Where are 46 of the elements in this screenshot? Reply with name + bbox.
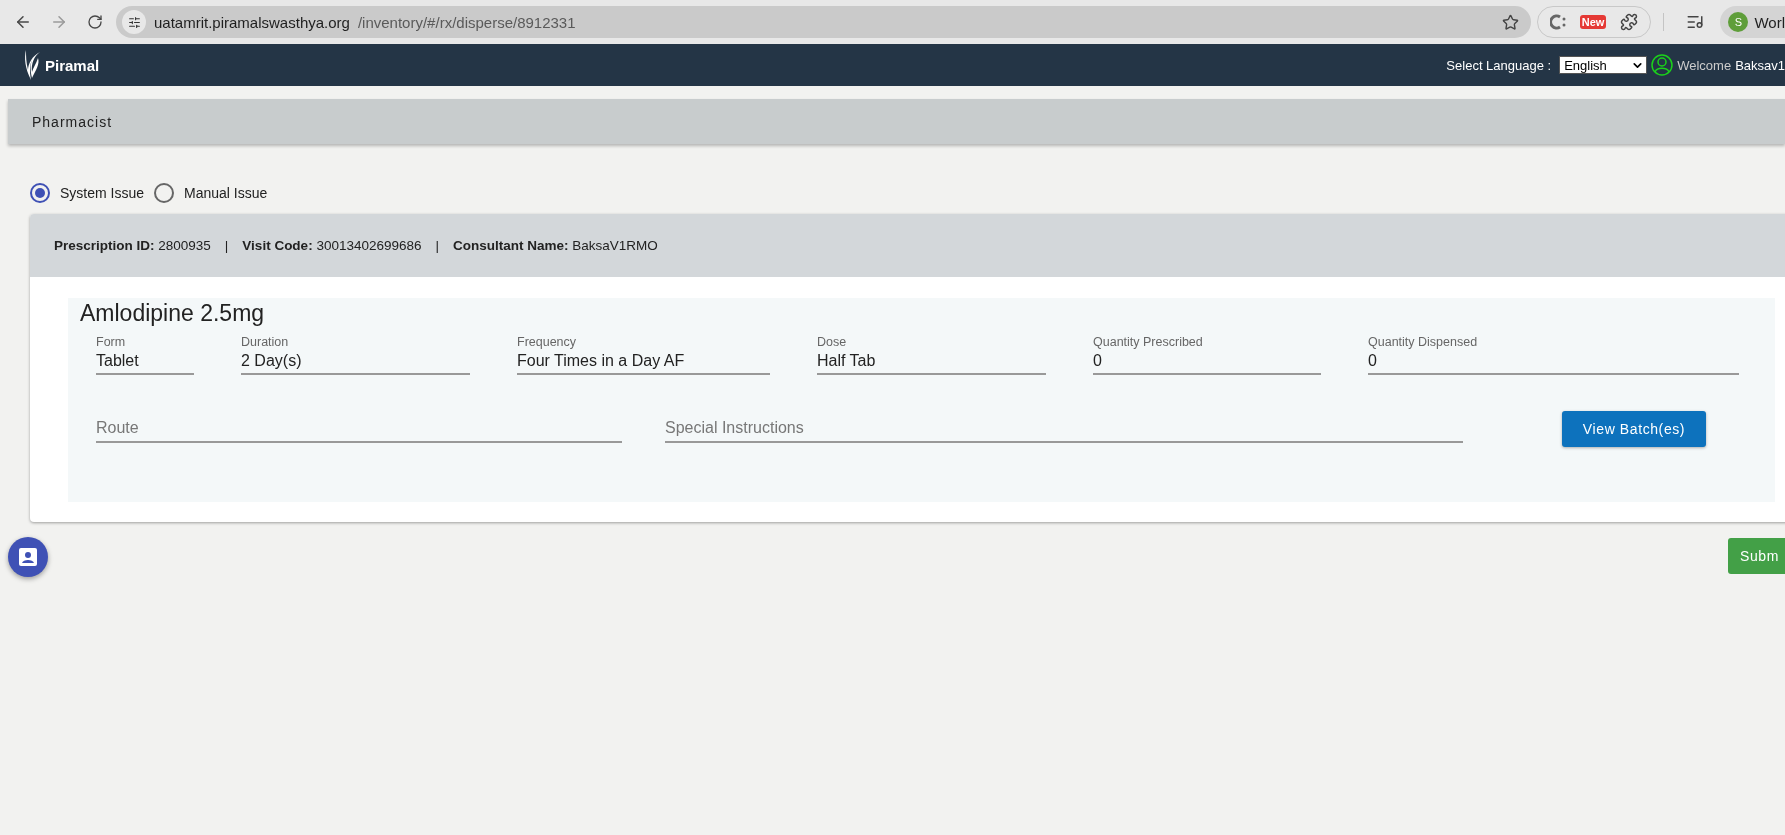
profile-avatar: S bbox=[1728, 12, 1749, 32]
prescription-header[interactable]: Prescription ID: 2800935 | Visit Code: 30013402699686 | Consultant Name: BaksaV1RMO bbox=[30, 214, 1785, 277]
field-label: Dose bbox=[817, 335, 848, 349]
profile-button[interactable]: S Worl bbox=[1720, 6, 1785, 38]
user-icon[interactable] bbox=[1651, 54, 1674, 76]
url-path: /inventory/#/rx/disperse/8912331 bbox=[357, 13, 577, 31]
input-field[interactable]: Special Instructions bbox=[665, 415, 1463, 443]
address-bar[interactable]: uatamrit.piramalswasthya.org /inventory/#/rx/disperse/8912331 bbox=[116, 6, 1531, 38]
field-value: 2 Day(s) bbox=[241, 349, 470, 375]
field-value: 0 bbox=[1093, 349, 1321, 375]
brand-name: Piramal bbox=[45, 56, 100, 74]
contact-card-icon bbox=[18, 547, 38, 567]
field-label: Form bbox=[96, 335, 127, 349]
extension-icon[interactable] bbox=[1549, 13, 1566, 31]
input-field[interactable]: Route bbox=[96, 415, 622, 443]
field-value: Half Tab bbox=[817, 349, 1046, 375]
field-label: Quantity Dispensed bbox=[1368, 335, 1479, 349]
new-badge[interactable]: New bbox=[1579, 15, 1607, 29]
welcome-label: Welcome bbox=[1677, 57, 1732, 73]
media-controls-icon[interactable] bbox=[1686, 13, 1705, 31]
issue-radio[interactable]: Manual Issue bbox=[154, 183, 268, 203]
field-value: Four Times in a Day AF bbox=[517, 349, 770, 375]
radio-icon[interactable] bbox=[30, 183, 50, 203]
field-label: Duration bbox=[241, 335, 290, 349]
field-label: Frequency bbox=[517, 335, 578, 349]
bookmark-star-icon[interactable] bbox=[1501, 13, 1519, 31]
issue-radio[interactable]: System Issue bbox=[30, 183, 145, 203]
field-value: 0 bbox=[1368, 349, 1739, 375]
contact-card-button[interactable] bbox=[8, 537, 48, 577]
section-title: Pharmacist bbox=[32, 113, 113, 130]
field-label: Quantity Prescribed bbox=[1093, 335, 1204, 349]
prescription-detail: Consultant Name: BaksaV1RMO bbox=[453, 238, 658, 253]
url-host: uatamrit.piramalswasthya.org bbox=[154, 13, 350, 31]
field-value: Tablet bbox=[96, 349, 194, 375]
language-label: Select Language : bbox=[1446, 57, 1552, 73]
separator: | bbox=[435, 238, 439, 253]
prescription-detail: Prescription ID: 2800935 bbox=[54, 238, 211, 253]
user-name: Baksav1 bbox=[1735, 57, 1785, 73]
prescription-detail: Visit Code: 30013402699686 bbox=[242, 238, 422, 253]
view-batches-button[interactable]: View Batch(es) bbox=[1562, 411, 1706, 447]
site-settings-icon[interactable] bbox=[122, 10, 146, 34]
medicine-name: Amlodipine 2.5mg bbox=[80, 300, 266, 327]
language-select[interactable]: English bbox=[1559, 56, 1648, 74]
radio-icon[interactable] bbox=[154, 183, 175, 203]
separator: | bbox=[224, 238, 229, 253]
extensions-puzzle-icon[interactable] bbox=[1620, 13, 1639, 31]
